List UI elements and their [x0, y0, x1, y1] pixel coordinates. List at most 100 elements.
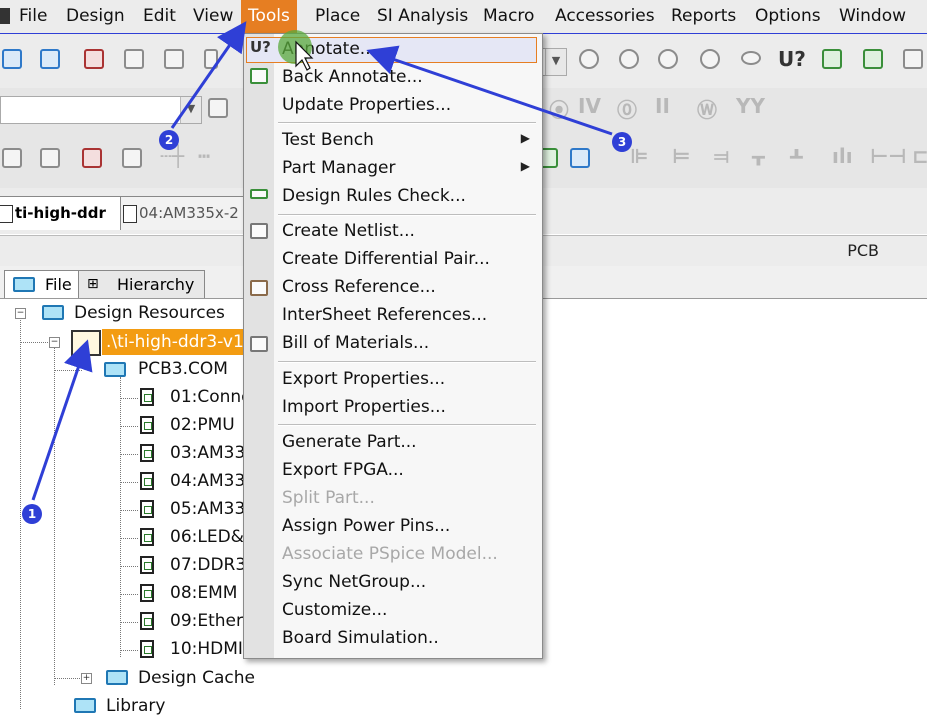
menu-item-part-manager[interactable]: Part Manager — [282, 154, 395, 182]
tree-page[interactable]: 05:AM33 — [170, 496, 245, 522]
probe-icon-3[interactable]: ⓪ — [617, 94, 637, 123]
menu-item-import-properties[interactable]: Import Properties... — [282, 393, 446, 421]
tree-design-resources[interactable]: Design Resources — [74, 300, 225, 326]
scope-combo[interactable]: ▼ — [0, 96, 202, 124]
align-center-icon[interactable]: ⊨ — [672, 144, 690, 168]
collapse-toggle[interactable]: − — [15, 308, 26, 319]
save-icon[interactable] — [84, 49, 104, 69]
place-bus-icon[interactable] — [122, 148, 142, 168]
align-right-icon[interactable]: ⫤ — [714, 144, 729, 168]
menu-item-assign-power-pins[interactable]: Assign Power Pins... — [282, 512, 450, 540]
tree-design-file[interactable]: .\ti-high-ddr3-v1 — [102, 329, 247, 355]
menu-options[interactable]: Options — [748, 0, 828, 33]
menu-item-sync-netgroup[interactable]: Sync NetGroup... — [282, 568, 426, 596]
tree-page[interactable]: 04:AM33 — [170, 468, 245, 494]
drc-icon[interactable] — [863, 49, 883, 69]
open-folder-icon[interactable] — [40, 49, 60, 69]
distribute-h-icon[interactable]: ⊢⊣ — [870, 144, 907, 168]
menu-tools[interactable]: Tools — [241, 0, 297, 33]
copy-icon[interactable] — [204, 49, 218, 69]
place-grid-icon[interactable] — [40, 148, 60, 168]
align-middle-icon[interactable]: ᚆ — [790, 144, 803, 168]
tree-design-cache[interactable]: Design Cache — [138, 665, 255, 691]
menu-si-analysis[interactable]: SI Analysis — [370, 0, 475, 33]
tree-schematic-folder[interactable]: PCB3.COM — [138, 356, 228, 382]
menu-item-export-properties[interactable]: Export Properties... — [282, 365, 445, 393]
back-annotate-icon — [250, 68, 268, 84]
place-junction-icon[interactable]: ┅ — [198, 144, 210, 168]
menu-item-customize[interactable]: Customize... — [282, 596, 387, 624]
waveform-icon[interactable] — [208, 98, 228, 118]
distribute-v-icon[interactable]: ⊏ — [912, 144, 927, 168]
table-delete-icon[interactable] — [570, 148, 590, 168]
menu-item-test-bench[interactable]: Test Bench — [282, 126, 374, 154]
schematic-page-icon — [140, 612, 154, 630]
app-icon[interactable] — [0, 8, 10, 24]
folder-icon — [106, 670, 128, 685]
menu-file[interactable]: File — [12, 0, 54, 33]
menu-item-generate-part[interactable]: Generate Part... — [282, 428, 417, 456]
menu-item-board-simulation[interactable]: Board Simulation.. — [282, 624, 439, 652]
netlist-icon[interactable] — [903, 49, 923, 69]
menu-design[interactable]: Design — [59, 0, 132, 33]
align-left-icon[interactable]: ⊫ — [630, 144, 648, 168]
probe-icon-2[interactable]: IV — [578, 94, 601, 118]
folder-icon — [104, 362, 126, 377]
zoom-in-icon[interactable] — [579, 49, 599, 69]
expand-toggle[interactable]: + — [81, 673, 92, 684]
menu-item-create-differential-pair[interactable]: Create Differential Pair... — [282, 245, 490, 273]
menu-place[interactable]: Place — [308, 0, 367, 33]
badge-2: 2 — [159, 130, 179, 150]
menu-separator — [278, 214, 536, 216]
tab-ti-high-ddr[interactable]: ti-high-ddr — [0, 196, 132, 230]
print-icon[interactable] — [124, 49, 144, 69]
tree-page[interactable]: 01:Conne — [170, 384, 252, 410]
back-annotate-icon[interactable] — [822, 49, 842, 69]
menu-item-create-netlist[interactable]: Create Netlist... — [282, 217, 415, 245]
tree-page[interactable]: 10:HDMI — [170, 636, 243, 662]
menu-item-bill-of-materials[interactable]: Bill of Materials... — [282, 329, 429, 357]
zoom-all-icon[interactable] — [700, 49, 720, 69]
place-part-icon[interactable] — [2, 148, 22, 168]
tree-page[interactable]: 03:AM33 — [170, 440, 245, 466]
eye-icon[interactable] — [741, 51, 761, 65]
part-combo-arrow[interactable]: ▼ — [541, 48, 567, 76]
align-bottom-icon[interactable]: ılı — [832, 144, 853, 168]
annotate-u-icon: U? — [250, 38, 271, 56]
zoom-area-icon[interactable] — [658, 49, 678, 69]
align-top-icon[interactable]: ᚁ — [752, 144, 765, 168]
tab-am335x[interactable]: 04:AM335x-2 — [120, 196, 260, 230]
annotate-u-icon[interactable]: U? — [778, 47, 806, 71]
tree-page[interactable]: 02:PMU — [170, 412, 235, 438]
collapse-toggle[interactable]: − — [49, 337, 60, 348]
new-file-icon[interactable] — [2, 49, 22, 69]
probe-icon-5[interactable]: Ⓦ — [697, 94, 717, 123]
probe-icon-6[interactable]: YY — [736, 94, 765, 118]
tab-hierarchy[interactable]: ⊞ Hierarchy — [78, 270, 206, 298]
menu-macro[interactable]: Macro — [476, 0, 541, 33]
tree-page[interactable]: 06:LED& — [170, 524, 244, 550]
probe-icon-1[interactable]: ⦿ — [549, 94, 569, 123]
tab-file[interactable]: File — [4, 270, 83, 298]
probe-icon-4[interactable]: II — [655, 94, 670, 118]
menu-item-intersheet-references[interactable]: InterSheet References... — [282, 301, 487, 329]
menu-item-back-annotate[interactable]: Back Annotate... — [282, 63, 423, 91]
menu-accessories[interactable]: Accessories — [548, 0, 662, 33]
tools-menu-dropdown: U? Annotate... Back Annotate... Update P… — [243, 33, 543, 659]
tree-page[interactable]: 07:DDR3 — [170, 552, 246, 578]
menu-item-design-rules-check[interactable]: Design Rules Check... — [282, 182, 466, 210]
menu-view[interactable]: View — [186, 0, 240, 33]
cut-icon[interactable] — [164, 49, 184, 69]
tree-page[interactable]: 09:Etherr — [170, 608, 250, 634]
menu-reports[interactable]: Reports — [664, 0, 743, 33]
menu-window[interactable]: Window — [832, 0, 913, 33]
menu-item-update-properties[interactable]: Update Properties... — [282, 91, 451, 119]
tree-page[interactable]: 08:EMM — [170, 580, 237, 606]
edit-part-icon[interactable] — [82, 148, 102, 168]
tree-library[interactable]: Library — [106, 693, 165, 719]
menu-separator — [278, 361, 536, 363]
menu-edit[interactable]: Edit — [136, 0, 183, 33]
menu-item-cross-reference[interactable]: Cross Reference... — [282, 273, 436, 301]
menu-item-export-fpga[interactable]: Export FPGA... — [282, 456, 404, 484]
zoom-out-icon[interactable] — [619, 49, 639, 69]
